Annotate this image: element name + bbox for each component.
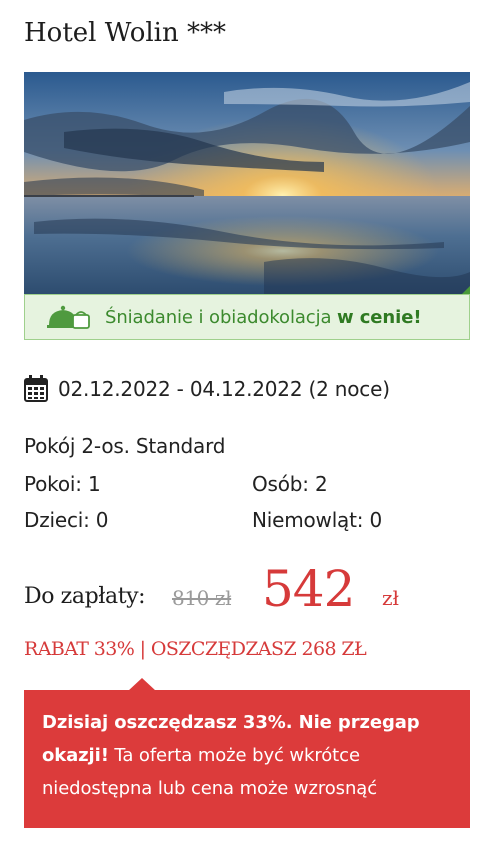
meal-banner-text: Śniadanie i obiadokolacja w cenie!: [105, 306, 422, 328]
calendar-icon: [24, 375, 48, 402]
meal-banner-highlight: w cenie!: [337, 306, 422, 328]
room-name: Pokój 2-os. Standard: [24, 434, 226, 458]
meal-banner: Śniadanie i obiadokolacja w cenie!: [24, 294, 470, 340]
price-currency: zł: [382, 586, 400, 610]
dates-text: 02.12.2022 - 04.12.2022 (2 noce): [58, 377, 390, 401]
alert-message: Dzisiaj oszczędzasz 33%. Nie przegap oka…: [42, 706, 462, 805]
old-price: 810 zł: [172, 586, 232, 610]
discount-info: RABAT 33% | OSZCZĘDZASZ 268 ZŁ: [24, 638, 367, 660]
sunset-photo-image: [24, 72, 470, 296]
hotel-photo[interactable]: [24, 72, 470, 296]
room-counts-row: Pokoi: 1 Osób: 2: [24, 470, 470, 498]
savings-alert: Dzisiaj oszczędzasz 33%. Nie przegap oka…: [24, 678, 470, 828]
persons-count: Osób: 2: [252, 472, 328, 496]
children-count: Dzieci: 0: [24, 508, 109, 532]
new-price: 542: [262, 560, 355, 618]
photo-corner-decoration: [462, 286, 470, 294]
meal-cloche-icon: [41, 295, 97, 339]
children-counts-row: Dzieci: 0 Niemowląt: 0: [24, 506, 470, 534]
price-label: Do zapłaty:: [24, 584, 146, 609]
rooms-count: Pokoi: 1: [24, 472, 101, 496]
infants-count: Niemowląt: 0: [252, 508, 382, 532]
hotel-title: Hotel Wolin ***: [24, 18, 226, 48]
stay-dates: 02.12.2022 - 04.12.2022 (2 noce): [24, 373, 390, 405]
alert-pointer: [128, 678, 156, 691]
